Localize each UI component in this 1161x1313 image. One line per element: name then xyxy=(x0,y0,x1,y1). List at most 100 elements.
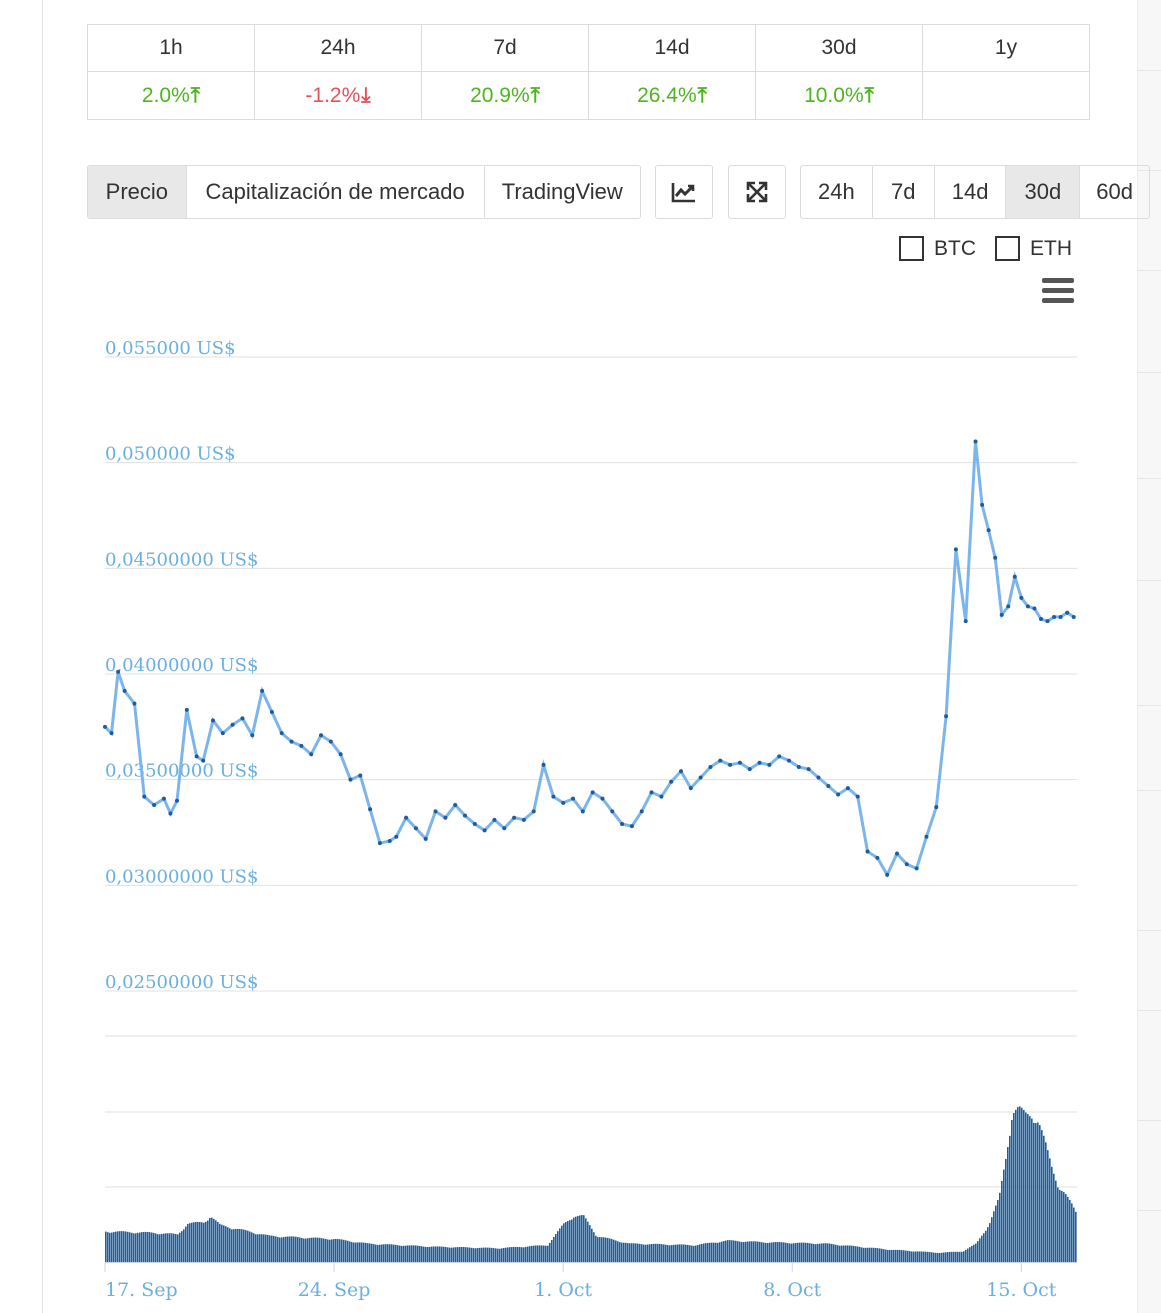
volume-bar xyxy=(227,1227,229,1262)
volume-bar xyxy=(917,1251,919,1262)
volume-bar xyxy=(183,1229,185,1262)
change-value: 10.0% xyxy=(804,83,864,107)
volume-bar xyxy=(887,1249,889,1262)
volume-bar xyxy=(691,1245,693,1262)
volume-bar xyxy=(607,1237,609,1262)
volume-bar xyxy=(473,1248,475,1262)
range-7d[interactable]: 7d xyxy=(873,166,935,218)
volume-bar xyxy=(827,1243,829,1262)
volume-bar xyxy=(583,1215,585,1262)
volume-bar xyxy=(725,1240,727,1262)
tab-tradingview[interactable]: TradingView xyxy=(485,166,640,218)
eth-label: ETH xyxy=(1030,236,1072,260)
price-point xyxy=(826,784,831,789)
volume-bar xyxy=(693,1245,695,1262)
volume-bar xyxy=(617,1241,619,1262)
volume-bar xyxy=(247,1230,249,1262)
volume-bar xyxy=(449,1247,451,1262)
line-chart-button[interactable] xyxy=(655,165,713,219)
volume-bar xyxy=(935,1252,937,1262)
range-30d[interactable]: 30d xyxy=(1006,166,1081,218)
price-point xyxy=(580,809,585,814)
volume-bar xyxy=(525,1246,527,1262)
price-point xyxy=(1071,614,1076,619)
price-point xyxy=(211,718,215,723)
volume-bar xyxy=(601,1237,603,1262)
price-point xyxy=(269,710,274,715)
tab-market-cap[interactable]: Capitalización de mercado xyxy=(187,166,485,218)
volume-bar xyxy=(169,1233,171,1262)
volume-bar xyxy=(993,1211,995,1262)
price-point xyxy=(953,547,958,552)
volume-bar xyxy=(1029,1116,1031,1262)
volume-bar xyxy=(165,1233,167,1262)
price-point xyxy=(1045,619,1050,624)
volume-bar xyxy=(861,1247,863,1262)
price-point xyxy=(600,796,605,801)
price-point xyxy=(423,836,428,841)
volume-bar xyxy=(581,1215,583,1262)
arrow-up-icon: ⤒ xyxy=(697,83,707,107)
checkbox-box[interactable] xyxy=(995,236,1020,261)
range-60d[interactable]: 60d xyxy=(1080,166,1149,218)
price-point xyxy=(934,805,939,810)
tab-precio[interactable]: Precio xyxy=(88,166,187,218)
volume-bar xyxy=(273,1235,275,1262)
volume-bar xyxy=(355,1242,357,1262)
y-tick-label: 0,04500000 US$ xyxy=(105,549,258,570)
compare-btc-checkbox[interactable]: BTC xyxy=(899,236,976,261)
price-point xyxy=(688,786,693,791)
volume-bar xyxy=(471,1247,473,1262)
volume-bar xyxy=(399,1245,401,1262)
volume-bar xyxy=(591,1228,593,1262)
volume-bar xyxy=(301,1237,303,1262)
volume-bar xyxy=(799,1242,801,1262)
y-tick-label: 0,04000000 US$ xyxy=(105,655,258,676)
volume-bar xyxy=(779,1242,781,1262)
price-point xyxy=(649,790,654,795)
price-point xyxy=(1006,604,1011,609)
volume-bar xyxy=(131,1232,133,1262)
volume-bar xyxy=(487,1247,489,1262)
volume-bar xyxy=(1031,1118,1033,1262)
volume-bar xyxy=(507,1247,509,1262)
volume-bar xyxy=(549,1242,551,1262)
volume-bar xyxy=(611,1239,613,1262)
volume-bar xyxy=(415,1245,417,1262)
volume-bar xyxy=(393,1244,395,1262)
volume-bar xyxy=(677,1244,679,1262)
fullscreen-button[interactable] xyxy=(728,165,786,219)
volume-bar xyxy=(455,1247,457,1262)
compare-eth-checkbox[interactable]: ETH xyxy=(995,236,1072,261)
checkbox-box[interactable] xyxy=(899,236,924,261)
volume-bar xyxy=(745,1241,747,1262)
volume-bar xyxy=(179,1232,181,1262)
volume-bar xyxy=(821,1243,823,1262)
volume-bar xyxy=(623,1242,625,1262)
volume-bar xyxy=(349,1241,351,1262)
volume-bar xyxy=(377,1244,379,1262)
x-tick-label: 17. Sep xyxy=(105,1279,178,1301)
volume-bar xyxy=(833,1244,835,1262)
volume-bar xyxy=(743,1242,745,1262)
volume-bar xyxy=(793,1243,795,1262)
volume-bar xyxy=(997,1200,999,1262)
volume-bar xyxy=(817,1243,819,1262)
price-point xyxy=(387,838,392,843)
range-24h[interactable]: 24h xyxy=(801,166,873,218)
volume-bar xyxy=(517,1246,519,1262)
range-14d[interactable]: 14d xyxy=(935,166,1007,218)
price-point xyxy=(845,786,850,791)
hamburger-menu-icon[interactable] xyxy=(1042,278,1074,304)
volume-bar xyxy=(747,1241,749,1262)
price-point xyxy=(610,809,615,814)
volume-bar xyxy=(211,1217,213,1262)
volume-bar xyxy=(1059,1189,1061,1262)
volume-bar xyxy=(695,1245,697,1262)
volume-bar xyxy=(369,1243,371,1262)
volume-bar xyxy=(291,1236,293,1262)
volume-bar xyxy=(419,1245,421,1262)
volume-bar xyxy=(129,1232,131,1262)
volume-bar xyxy=(469,1247,471,1262)
volume-bar xyxy=(207,1220,209,1262)
